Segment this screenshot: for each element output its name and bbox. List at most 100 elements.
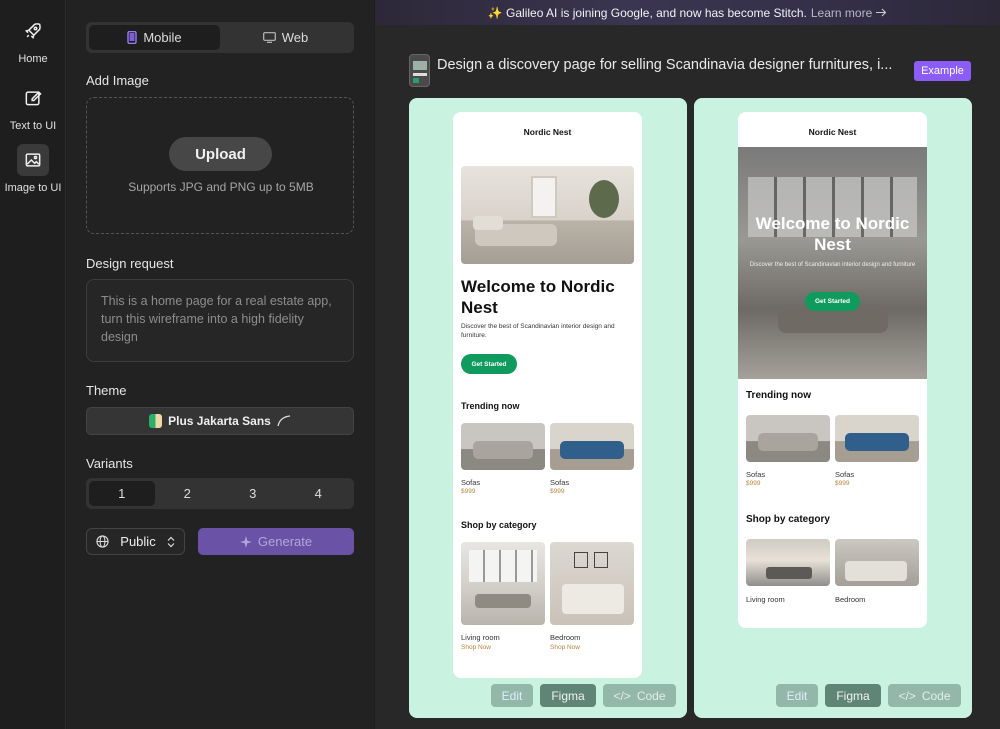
category-image-bedroom	[835, 539, 919, 586]
upload-button[interactable]: Upload	[169, 137, 272, 171]
add-image-label: Add Image	[86, 73, 149, 88]
variant-option-3[interactable]: 3	[220, 481, 286, 506]
hero-headline: Welcome to Nordic Nest	[755, 214, 910, 254]
prompt-text: Design a discovery page for selling Scan…	[437, 57, 893, 73]
variant-option-1[interactable]: 1	[89, 481, 155, 506]
product-image-1	[746, 415, 830, 462]
hero-subtitle: Discover the best of Scandinavian interi…	[749, 262, 916, 268]
visibility-value: Public	[120, 534, 156, 549]
product-name-1: Sofas	[461, 478, 481, 487]
product-price-1: $999	[461, 488, 476, 495]
hero-image: Welcome to Nordic Nest Discover the best…	[738, 147, 927, 379]
category-name-living: Living room	[746, 595, 785, 604]
product-image-1	[461, 423, 545, 470]
theme-font-name: Plus Jakarta Sans	[168, 414, 271, 428]
variants-label: Variants	[86, 456, 133, 471]
theme-label: Theme	[86, 383, 127, 398]
banner-text: ✨ Galileo AI is joining Google, and now …	[487, 5, 807, 20]
platform-mobile-button[interactable]: Mobile	[89, 25, 220, 50]
brand-title: Nordic Nest	[523, 127, 572, 137]
hero-headline: Welcome to Nordic Nest	[461, 277, 615, 317]
card-2-actions: Edit Figma </> Code	[776, 684, 961, 707]
app-root: Home Text to UI Image to UI Mobile Web A…	[0, 0, 1000, 729]
variant-option-2[interactable]: 2	[155, 481, 221, 506]
image-icon	[17, 144, 49, 176]
trending-heading: Trending now	[746, 390, 811, 401]
variants-toggle: 1 2 3 4	[86, 478, 354, 509]
platform-toggle: Mobile Web	[86, 22, 354, 53]
example-badge: Example	[914, 61, 971, 81]
trending-heading: Trending now	[461, 401, 520, 411]
upload-hint: Supports JPG and PNG up to 5MB	[128, 180, 314, 194]
nav-home-label: Home	[18, 53, 48, 65]
upload-dropzone[interactable]: Upload Supports JPG and PNG up to 5MB	[86, 97, 354, 234]
design-request-input[interactable]: This is a home page for a real estate ap…	[86, 279, 354, 362]
variant-option-4[interactable]: 4	[286, 481, 352, 506]
theme-selector[interactable]: Plus Jakarta Sans	[86, 407, 354, 435]
product-price-2: $999	[835, 480, 850, 487]
figma-button[interactable]: Figma	[540, 684, 596, 707]
edit-button[interactable]: Edit	[491, 684, 533, 707]
edit-icon	[17, 82, 49, 114]
figma-button[interactable]: Figma	[825, 684, 881, 707]
nav-home[interactable]: Home	[0, 15, 66, 65]
product-name-2: Sofas	[835, 470, 855, 479]
sparkle-icon	[239, 535, 252, 548]
edit-button[interactable]: Edit	[776, 684, 818, 707]
platform-web-button[interactable]: Web	[220, 25, 351, 50]
phone-preview-2: Nordic Nest Welcome to Nordic Nest Disco…	[738, 112, 927, 628]
product-name-2: Sofas	[550, 478, 570, 487]
prompt-thumbnail	[409, 54, 430, 87]
visibility-select[interactable]: Public	[86, 528, 185, 555]
brand-title: Nordic Nest	[808, 127, 857, 137]
get-started-button[interactable]: Get Started	[461, 354, 517, 374]
hero-subtitle: Discover the best of Scandinavian interi…	[461, 323, 615, 339]
category-name-bedroom: Bedroom	[550, 633, 581, 642]
category-image-bedroom	[550, 542, 634, 625]
hero-image	[461, 166, 634, 264]
category-link-living[interactable]: Shop Now	[461, 644, 491, 651]
platform-mobile-label: Mobile	[143, 30, 182, 45]
shop-category-heading: Shop by category	[461, 520, 537, 530]
generate-label: Generate	[257, 534, 313, 549]
banner-learn-more-link[interactable]: Learn more	[811, 6, 872, 20]
curve-icon	[277, 415, 290, 427]
design-card-1[interactable]: Nordic Nest Welcome to Nordic Nest Disco…	[409, 98, 687, 718]
design-card-2[interactable]: Nordic Nest Welcome to Nordic Nest Disco…	[694, 98, 972, 718]
product-name-1: Sofas	[746, 470, 766, 479]
theme-swatch	[149, 414, 163, 428]
product-price-1: $999	[746, 480, 761, 487]
category-name-bedroom: Bedroom	[835, 595, 866, 604]
nav-image-to-ui-label: Image to UI	[4, 182, 62, 194]
rocket-icon	[17, 15, 49, 47]
code-button[interactable]: </> Code	[603, 684, 676, 707]
card-1-actions: Edit Figma </> Code	[491, 684, 676, 707]
category-image-living	[461, 542, 545, 625]
preview-area: ✨ Galileo AI is joining Google, and now …	[375, 0, 1000, 729]
nav-text-to-ui[interactable]: Text to UI	[0, 82, 66, 132]
control-panel: Mobile Web Add Image Upload Supports JPG…	[67, 0, 374, 729]
generate-button[interactable]: Generate	[198, 528, 354, 555]
get-started-button[interactable]: Get Started	[805, 292, 860, 311]
code-button[interactable]: </> Code	[888, 684, 961, 707]
category-link-bedroom[interactable]: Shop Now	[550, 644, 580, 651]
phone-preview-1: Nordic Nest Welcome to Nordic Nest Disco…	[453, 112, 642, 678]
arrow-right-icon[interactable]	[876, 8, 887, 17]
shop-category-heading: Shop by category	[746, 514, 830, 525]
product-price-2: $999	[550, 488, 565, 495]
category-name-living: Living room	[461, 633, 500, 642]
nav-image-to-ui[interactable]: Image to UI	[0, 144, 66, 194]
monitor-icon	[262, 32, 276, 43]
nav-text-to-ui-label: Text to UI	[9, 120, 57, 132]
left-nav: Home Text to UI Image to UI	[0, 0, 66, 729]
code-icon: </>	[613, 688, 631, 703]
code-icon: </>	[898, 688, 916, 703]
product-image-2	[550, 423, 634, 470]
design-request-label: Design request	[86, 256, 174, 271]
code-label: Code	[921, 688, 951, 703]
code-label: Code	[636, 688, 666, 703]
globe-icon	[96, 535, 109, 548]
platform-web-label: Web	[281, 30, 309, 45]
phone-icon	[127, 31, 138, 44]
category-image-living	[746, 539, 830, 586]
